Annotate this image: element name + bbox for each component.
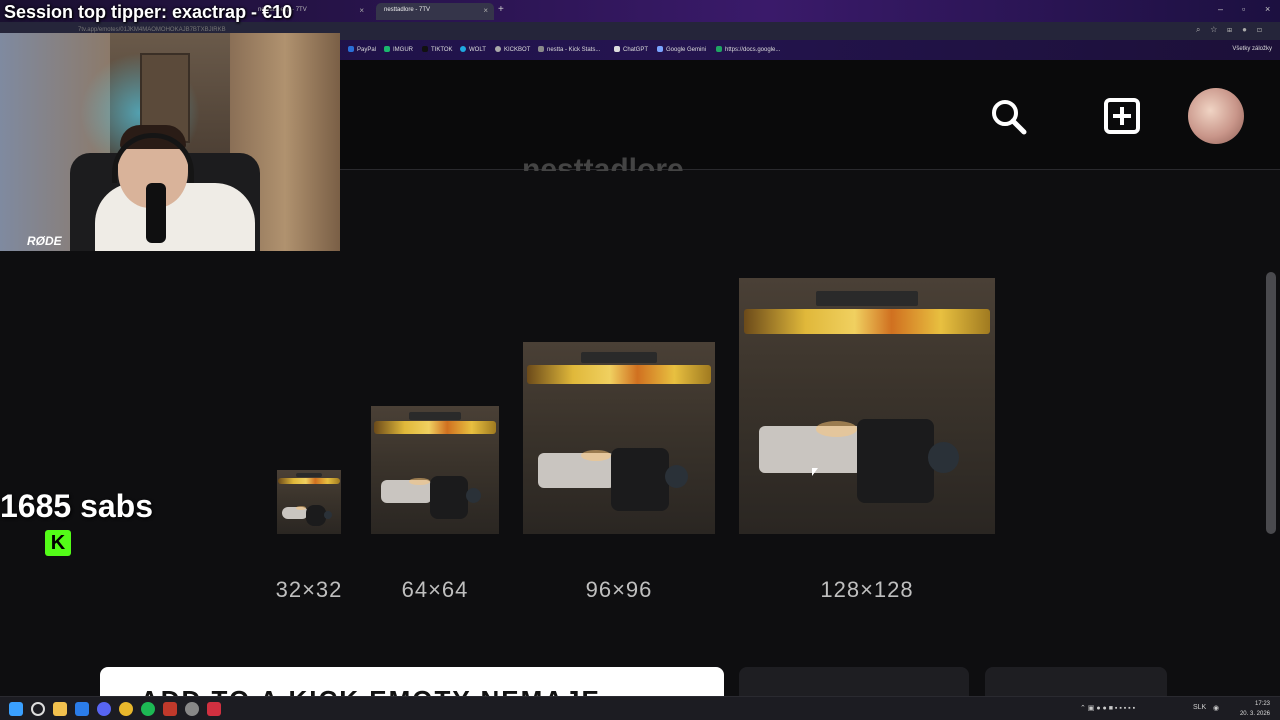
scrollbar-thumb[interactable] [1266,272,1276,534]
volume-icon[interactable]: ◉ [1213,704,1219,712]
kick-stats-icon [538,46,544,52]
windows-start-icon[interactable] [9,702,23,716]
bookmark-chatgpt[interactable]: ChatGPT [614,46,648,53]
mic-brand-label: RØDE [27,234,62,248]
obs-icon[interactable] [185,702,199,716]
emote-preview-96[interactable] [523,342,715,534]
chrome-icon[interactable] [119,702,133,716]
webcam-feed: RØDE [0,33,340,251]
gemini-icon [657,46,663,52]
subs-counter: 1685 sabs [0,488,154,524]
tray-icons[interactable]: ⌃ ▣ ● ● ■ ▪ ▪ ▪ ▪ ▪ [1080,704,1135,712]
search-taskbar-icon[interactable] [31,702,45,716]
kick-logo-icon: K [45,530,71,556]
size-label-32: 32×32 [275,577,343,602]
extension-icons[interactable]: ⌕☆⊞●⊡ [1196,25,1272,35]
bookmark-tiktok[interactable]: TIKTOK [422,46,453,53]
bookmark-docs[interactable]: https://docs.google... [716,46,780,53]
mouse-cursor [812,468,818,476]
new-tab-icon[interactable]: + [498,4,504,15]
chatgpt-icon [614,46,620,52]
close-window-icon[interactable]: × [1265,4,1270,14]
bookmark-wolt[interactable]: WOLT [460,46,486,53]
screen: nesttaseexp - 7TV × nesttadlore - 7TV × … [0,0,1280,720]
store-icon[interactable] [75,702,89,716]
minimize-icon[interactable]: – [1218,4,1223,14]
all-bookmarks[interactable]: Všetky záložky [1232,46,1272,52]
tab-label: nesttadlore - 7TV [384,7,431,13]
size-label-128: 128×128 [820,577,914,602]
add-icon[interactable] [1102,96,1142,136]
kickbot-icon [495,46,501,52]
size-label-64: 64×64 [401,577,469,602]
valorant-icon[interactable] [207,702,221,716]
app-icon[interactable] [163,702,177,716]
close-icon[interactable]: × [483,6,488,15]
close-icon[interactable]: × [359,6,364,15]
browser-tab-active[interactable]: nesttadlore - 7TV × [376,3,494,20]
bookmark-paypal[interactable]: PayPal [348,46,376,53]
bookmark-imgur[interactable]: IMGUR [384,46,413,53]
file-explorer-icon[interactable] [53,702,67,716]
stream-overlay-title: Session top tipper: exactrap - €10 [4,2,293,22]
spotify-icon[interactable] [141,702,155,716]
search-icon[interactable] [988,96,1028,136]
bookmark-kick-stats[interactable]: nestta - Kick Stats... [538,46,600,53]
clock[interactable]: 17:23 20. 3. 2026 [1240,699,1270,719]
language-indicator[interactable]: SLK [1193,704,1206,711]
paypal-icon [348,46,354,52]
emote-preview-32[interactable] [277,470,341,534]
bookmark-gemini[interactable]: Google Gemini [657,46,706,53]
emote-preview-64[interactable] [371,406,499,534]
imgur-icon [384,46,390,52]
docs-icon [716,46,722,52]
discord-icon[interactable] [97,702,111,716]
avatar[interactable] [1188,88,1244,144]
size-label-96: 96×96 [585,577,653,602]
tiktok-icon [422,46,428,52]
page-title: nesttadlore [522,153,684,172]
wolt-icon [460,46,466,52]
bookmark-kickbot[interactable]: KICKBOT [495,46,530,53]
maximize-icon[interactable]: ▫ [1242,4,1245,14]
taskbar: ⌃ ▣ ● ● ■ ▪ ▪ ▪ ▪ ▪ SLK ◉ 17:23 20. 3. 2… [0,696,1280,720]
emote-preview-128[interactable] [739,278,995,534]
